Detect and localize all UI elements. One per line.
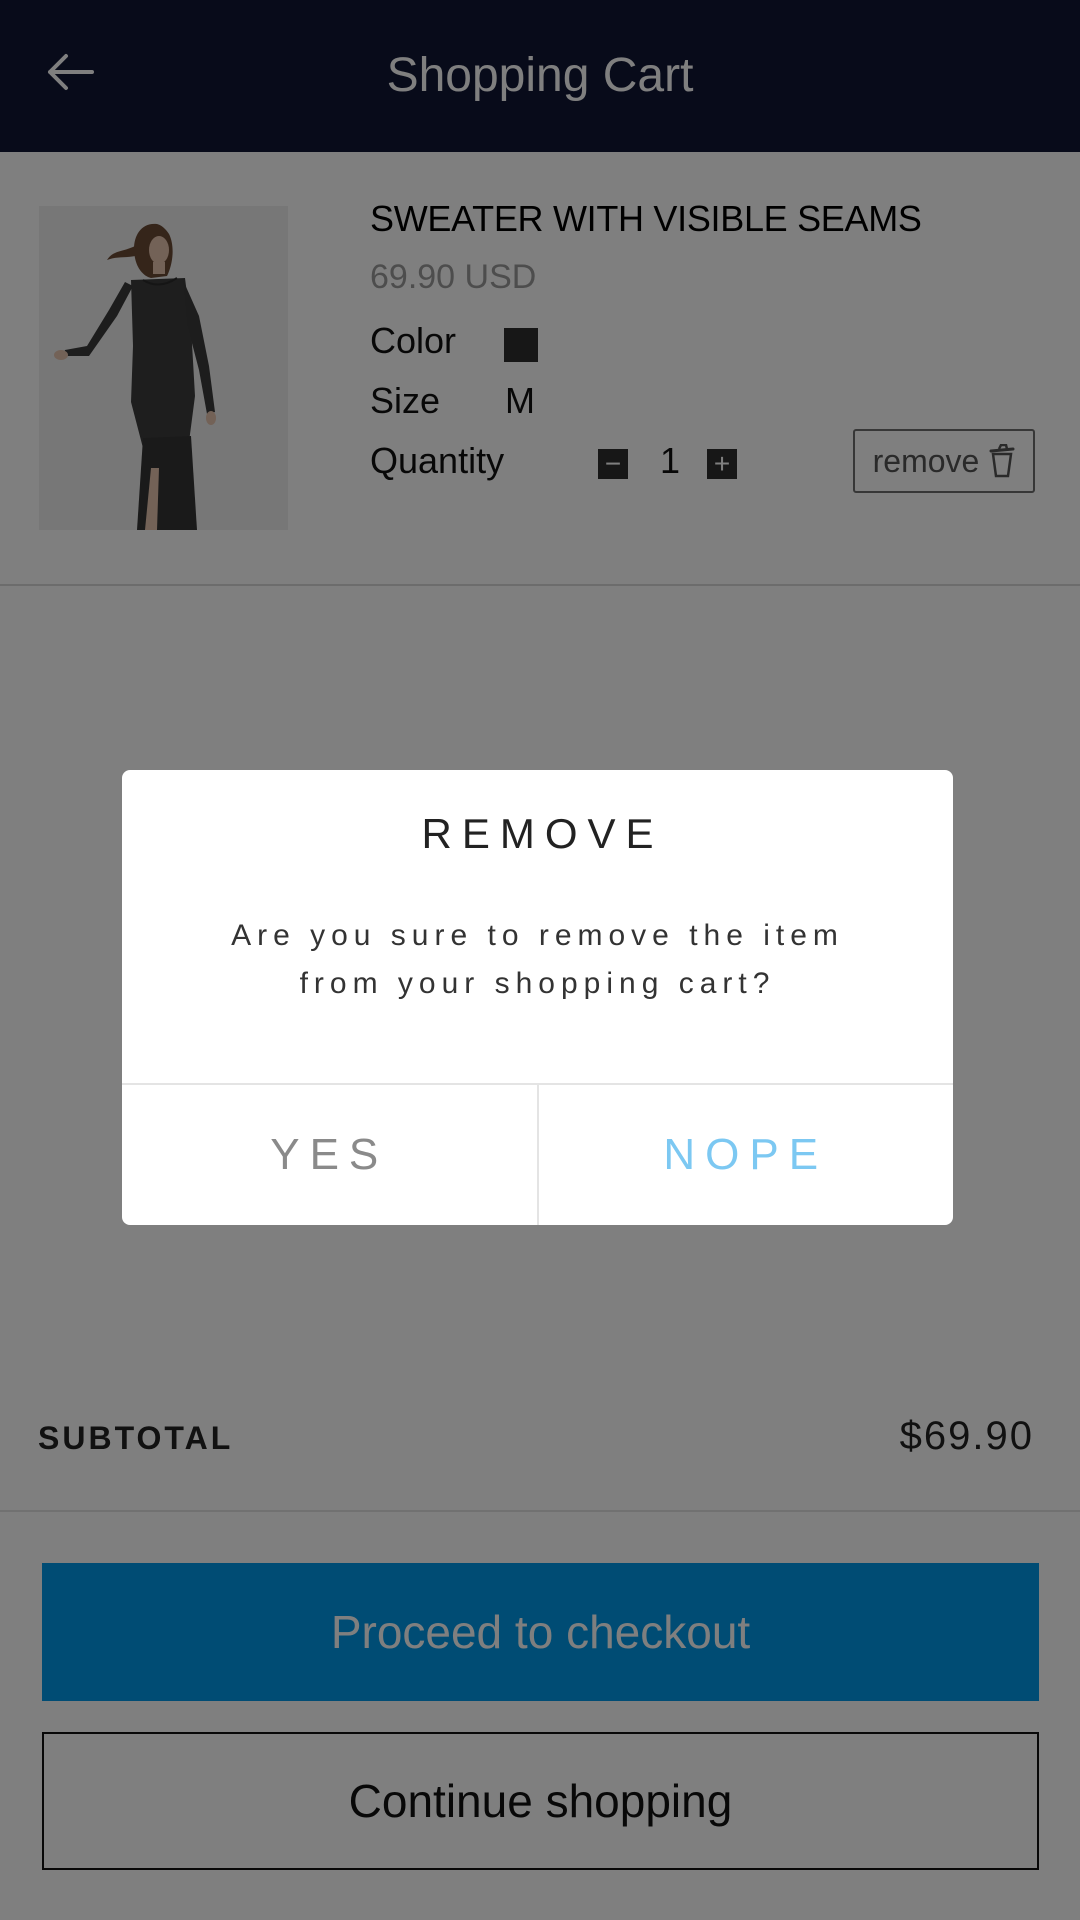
- dialog-message: Are you sure to remove the item from you…: [231, 919, 844, 1000]
- nope-button[interactable]: NOPE: [539, 1085, 954, 1225]
- remove-confirm-dialog: REMOVE Are you sure to remove the item f…: [122, 770, 953, 1225]
- dialog-actions: YES NOPE: [122, 1083, 953, 1225]
- yes-button[interactable]: YES: [122, 1085, 539, 1225]
- dialog-title: REMOVE: [421, 810, 664, 857]
